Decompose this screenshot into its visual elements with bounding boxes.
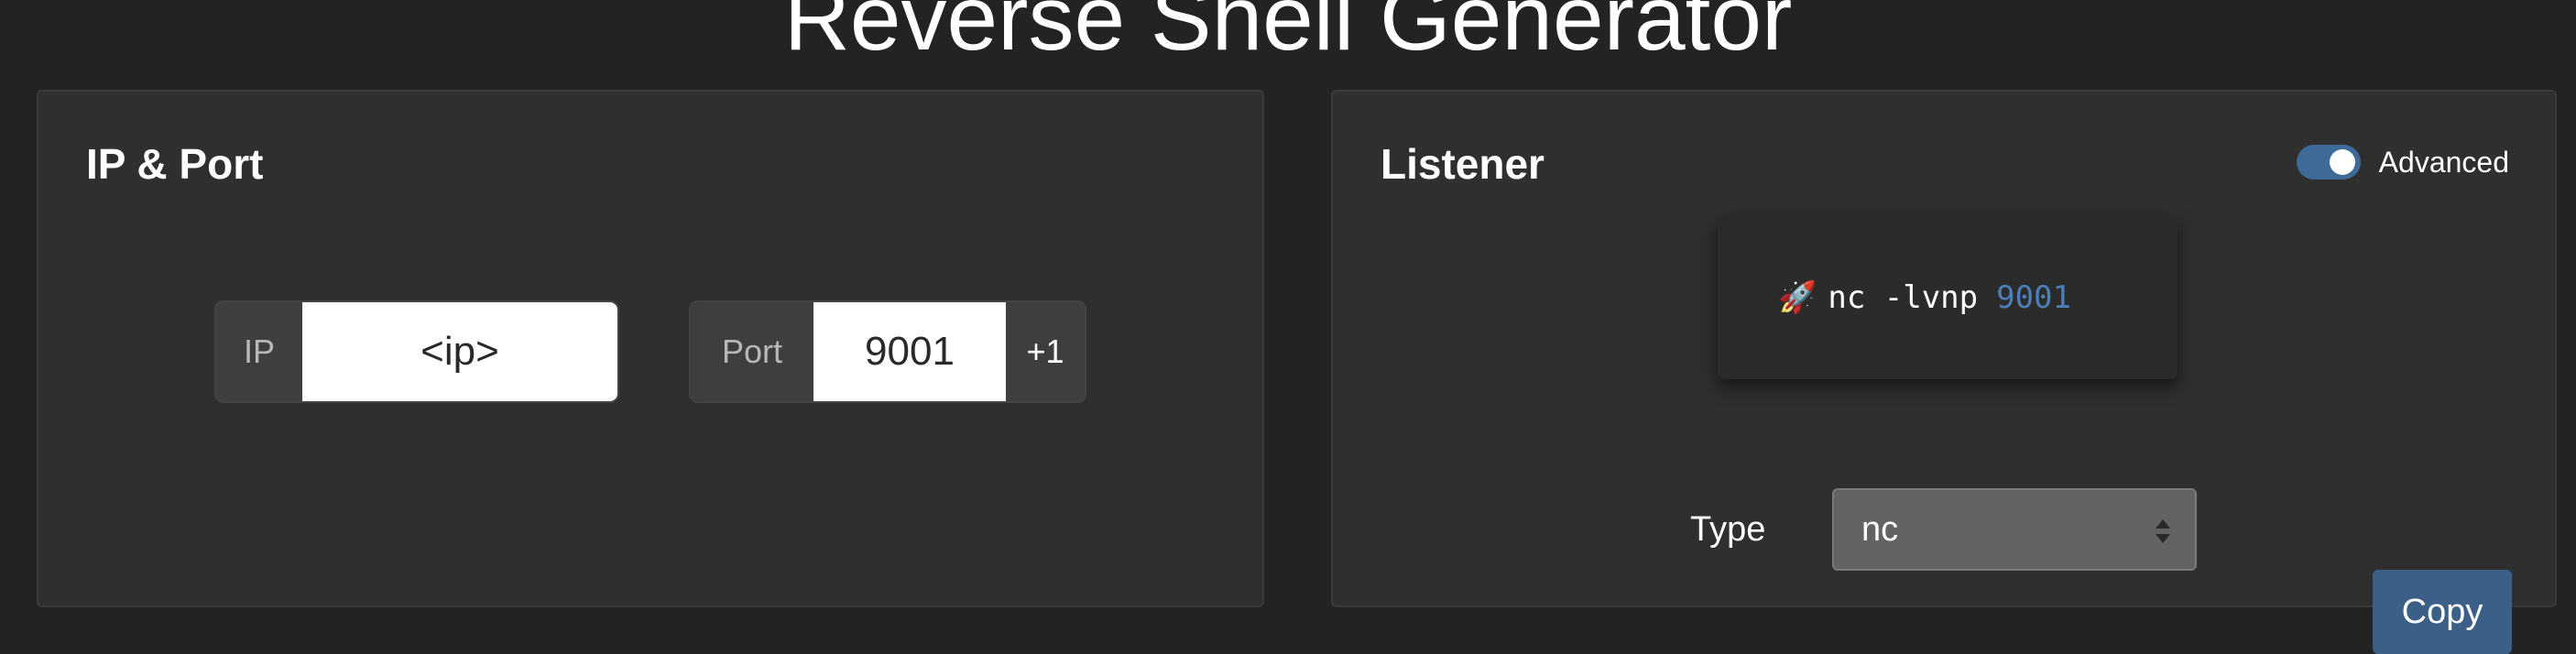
ip-input-group: IP bbox=[214, 300, 619, 403]
listener-card: Listener Advanced 🚀 nc -lvnp 9001 Type n… bbox=[1331, 90, 2557, 654]
type-select-value: nc bbox=[1861, 509, 1899, 549]
listener-title: Listener bbox=[1381, 140, 1545, 188]
ip-port-title: IP & Port bbox=[86, 140, 264, 188]
advanced-toggle-wrap: Advanced bbox=[2296, 145, 2509, 180]
copy-button[interactable]: Copy bbox=[2373, 570, 2512, 654]
listener-command: 🚀 nc -lvnp 9001 bbox=[1718, 216, 2178, 379]
port-input[interactable] bbox=[813, 302, 1006, 401]
port-input-group: Port +1 bbox=[689, 300, 1086, 403]
command-text: nc -lvnp bbox=[1828, 279, 1979, 316]
type-label: Type bbox=[1690, 510, 1766, 549]
toggle-knob bbox=[2329, 149, 2355, 175]
page-title: Reverse Shell Generator bbox=[783, 0, 1793, 70]
rocket-icon: 🚀 bbox=[1778, 279, 1817, 316]
ip-input[interactable] bbox=[302, 302, 617, 401]
ip-port-card: IP & Port IP Port +1 bbox=[37, 90, 1264, 607]
sort-arrows-icon bbox=[2156, 519, 2170, 543]
type-select[interactable]: nc bbox=[1832, 488, 2197, 571]
advanced-toggle[interactable] bbox=[2296, 145, 2361, 180]
port-addon-label: Port bbox=[691, 302, 813, 401]
ip-addon-label: IP bbox=[216, 302, 302, 401]
advanced-label: Advanced bbox=[2378, 145, 2509, 179]
port-increment-button[interactable]: +1 bbox=[1006, 302, 1085, 401]
command-port: 9001 bbox=[1996, 279, 2071, 316]
